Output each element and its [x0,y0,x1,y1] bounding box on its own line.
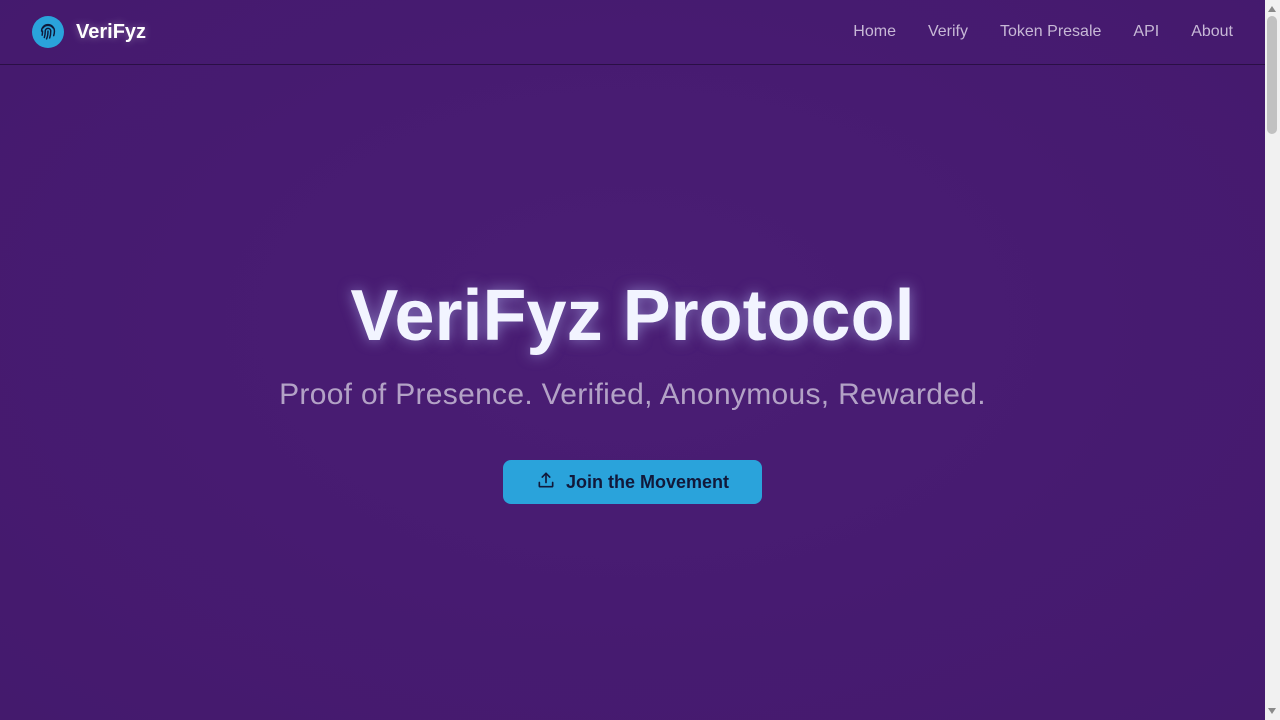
hero-section: VeriFyz Protocol Proof of Presence. Veri… [0,65,1265,720]
main-nav: Home Verify Token Presale API About [853,23,1233,41]
hero-title: VeriFyz Protocol [350,276,915,356]
site-header: VeriFyz Home Verify Token Presale API Ab… [0,0,1265,65]
join-movement-button[interactable]: Join the Movement [503,460,762,504]
scroll-thumb[interactable] [1267,16,1277,134]
scroll-up-icon[interactable] [1268,6,1276,12]
upload-icon [536,470,556,495]
nav-item-about[interactable]: About [1191,23,1233,41]
fingerprint-icon [32,16,64,48]
brand[interactable]: VeriFyz [32,16,146,48]
join-movement-label: Join the Movement [565,471,730,492]
brand-name: VeriFyz [76,20,147,43]
hero-subtitle: Proof of Presence. Verified, Anonymous, … [279,378,986,411]
vertical-scrollbar[interactable] [1265,0,1280,720]
nav-item-verify[interactable]: Verify [928,23,968,41]
nav-item-home[interactable]: Home [853,23,896,41]
nav-item-api[interactable]: API [1133,23,1159,41]
scroll-down-icon[interactable] [1268,708,1276,714]
nav-item-token-presale[interactable]: Token Presale [1000,23,1101,41]
page-background: VeriFyz Home Verify Token Presale API Ab… [0,0,1265,720]
